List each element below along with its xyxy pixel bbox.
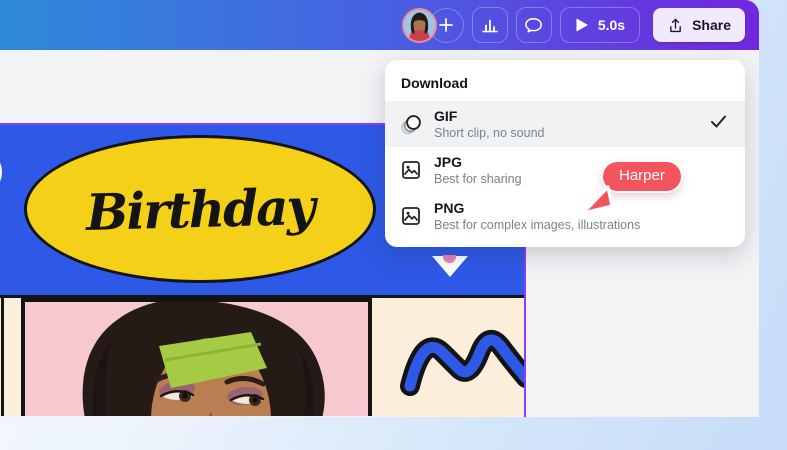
portrait-illustration [25, 302, 368, 416]
menu-item-gif[interactable]: GIF Short clip, no sound [385, 101, 745, 147]
insights-button[interactable] [472, 7, 508, 43]
share-button[interactable]: Share [653, 8, 745, 42]
squiggle-shape [390, 316, 524, 411]
download-menu: Download GIF Short clip, no sound [385, 60, 745, 247]
frame-edge-line [1, 298, 4, 416]
bar-chart-icon [480, 15, 500, 35]
menu-item-jpg[interactable]: JPG Best for sharing [385, 147, 745, 193]
download-menu-title: Download [385, 60, 745, 101]
user-avatar[interactable] [402, 8, 437, 43]
collaborator-cursor-icon [578, 183, 616, 219]
portrait-photo [21, 298, 372, 416]
share-upload-icon [667, 17, 684, 34]
share-label: Share [692, 17, 731, 33]
image-file-icon [400, 205, 422, 227]
headline-text: Birthday [86, 177, 315, 242]
ring-shape [0, 149, 2, 195]
play-preview-button[interactable]: 5.0s [560, 7, 640, 43]
image-file-icon [400, 159, 422, 181]
comment-bubble-icon [523, 15, 544, 36]
gif-file-icon [400, 113, 422, 135]
avatar-photo [404, 10, 435, 41]
plus-icon [438, 17, 454, 33]
headline-ellipse: Birthday [24, 135, 376, 283]
play-icon [575, 17, 589, 33]
app-window: 5.0s Share Birthday [0, 0, 759, 417]
checkmark-icon [710, 114, 727, 134]
play-duration: 5.0s [598, 17, 625, 33]
format-description: Best for complex images, illustrations [434, 218, 640, 232]
editor-toolbar: 5.0s Share [0, 0, 759, 50]
format-description: Short clip, no sound [434, 126, 545, 140]
design-body [0, 298, 524, 416]
format-description: Best for sharing [434, 172, 522, 186]
format-label: GIF [434, 109, 545, 124]
menu-item-png[interactable]: PNG Best for complex images, illustratio… [385, 193, 745, 239]
canvas-workspace: Birthday [0, 50, 759, 417]
format-label: JPG [434, 155, 522, 170]
comments-button[interactable] [516, 7, 552, 43]
